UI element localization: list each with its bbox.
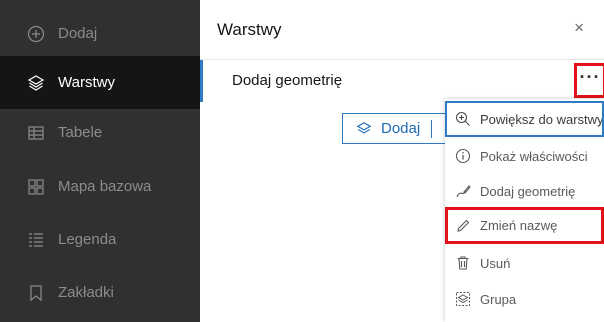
layers-icon	[27, 74, 45, 92]
layer-label: Dodaj geometrię	[232, 72, 343, 89]
trash-icon	[455, 255, 471, 271]
sketch-icon	[455, 183, 471, 199]
layer-selection-bar	[200, 60, 203, 102]
more-options-button[interactable]: ···	[574, 63, 604, 98]
legend-list-icon	[27, 231, 45, 249]
panel-header: Warstwy ×	[200, 0, 604, 60]
basemap-grid-icon	[27, 178, 45, 196]
table-icon	[27, 124, 45, 142]
plus-circle-icon	[27, 25, 45, 43]
menu-item-label: Grupa	[480, 291, 517, 307]
menu-item-show-properties[interactable]: Pokaż właściwości	[445, 138, 604, 174]
zoom-in-icon	[455, 111, 471, 127]
sidebar-item-label: Warstwy	[58, 74, 115, 91]
layer-row[interactable]: Dodaj geometrię ···	[200, 60, 604, 102]
menu-item-label: Powiększ do warstwy	[480, 111, 604, 127]
menu-item-label: Dodaj geometrię	[480, 183, 576, 199]
sidebar-item-basemap[interactable]: Mapa bazowa	[0, 160, 200, 213]
sidebar-item-label: Legenda	[58, 231, 117, 248]
add-button-label: Dodaj	[381, 120, 421, 137]
menu-item-zoom-to-layer[interactable]: Powiększ do warstwy	[445, 101, 604, 137]
sidebar-item-legend[interactable]: Legenda	[0, 213, 200, 266]
sidebar-item-add[interactable]: Dodaj	[0, 7, 200, 60]
menu-item-label: Usuń	[480, 255, 511, 271]
sidebar-item-layers[interactable]: Warstwy	[0, 56, 200, 109]
menu-item-delete[interactable]: Usuń	[445, 245, 604, 281]
sidebar-item-tables[interactable]: Tabele	[0, 106, 200, 159]
ellipsis-icon: ···	[579, 67, 601, 87]
bookmark-icon	[27, 284, 45, 302]
info-icon	[455, 148, 471, 164]
sidebar: Dodaj Warstwy Tabele Mapa bazowa Legenda…	[0, 0, 200, 322]
menu-item-label: Pokaż właściwości	[480, 148, 588, 164]
sidebar-item-label: Tabele	[58, 124, 103, 141]
menu-item-label: Zmień nazwę	[480, 218, 558, 233]
layer-context-menu: Powiększ do warstwy Pokaż właściwości Do…	[445, 99, 604, 322]
add-layer-button[interactable]: Dodaj	[342, 113, 446, 144]
pencil-icon	[455, 218, 471, 234]
button-divider	[431, 120, 432, 138]
layers-icon	[356, 121, 372, 137]
group-icon	[455, 291, 471, 307]
sidebar-item-label: Dodaj	[58, 25, 98, 42]
menu-item-add-geometry[interactable]: Dodaj geometrię	[445, 173, 604, 209]
sidebar-item-label: Mapa bazowa	[58, 178, 152, 195]
sidebar-item-label: Zakładki	[58, 284, 114, 301]
panel-title: Warstwy	[217, 20, 282, 39]
menu-item-group[interactable]: Grupa	[445, 281, 604, 317]
menu-item-rename[interactable]: Zmień nazwę	[445, 207, 604, 244]
sidebar-item-bookmarks[interactable]: Zakładki	[0, 266, 200, 319]
close-icon[interactable]: ×	[574, 19, 584, 36]
